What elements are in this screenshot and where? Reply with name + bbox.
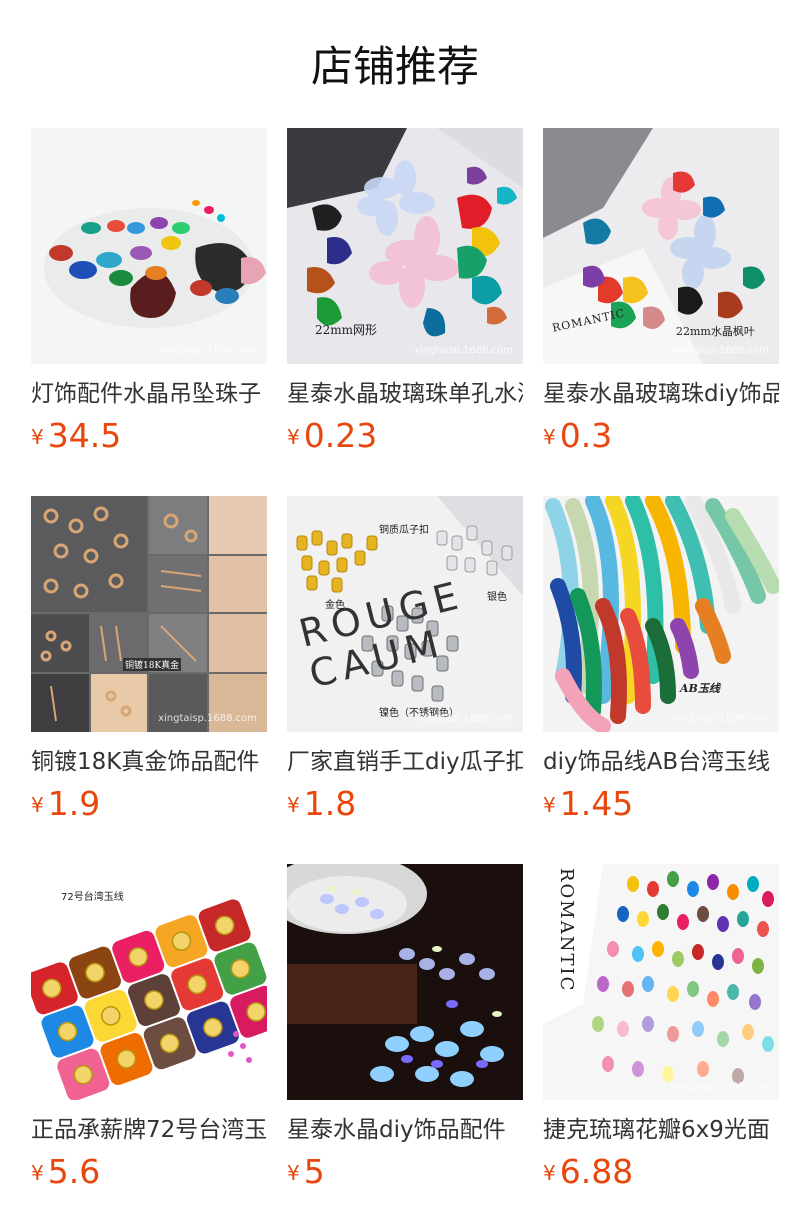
price-value: 1.8 (303, 784, 357, 823)
currency-symbol: ¥ (287, 793, 300, 817)
currency-symbol: ¥ (31, 1161, 44, 1185)
watermark: xingtaisp.1688.com (158, 345, 257, 356)
price-value: 34.5 (47, 416, 122, 455)
product-price: ¥1.9 (31, 786, 100, 822)
price-value: 5 (303, 1152, 325, 1191)
image-text: ROMANTIC (556, 868, 577, 993)
currency-symbol: ¥ (287, 425, 300, 449)
product-image[interactable]: 72号台湾玉线 (31, 864, 267, 1100)
price-value: 1.45 (559, 784, 634, 823)
image-caption: AB玉线 (680, 682, 720, 695)
product-name[interactable]: 铜镀18K真金饰品配件 (31, 746, 267, 778)
page-title: 店铺推荐 (310, 42, 479, 91)
currency-symbol: ¥ (543, 425, 556, 449)
product-price: ¥34.5 (31, 418, 121, 454)
watermark: xingtaisp.1688.com (670, 713, 769, 724)
currency-symbol: ¥ (31, 793, 44, 817)
product-name[interactable]: 灯饰配件水晶吊坠珠子 (31, 378, 267, 410)
watermark: xingtaisp.1688.com (158, 713, 257, 724)
currency-symbol: ¥ (543, 793, 556, 817)
gold-clasps-collage-image (31, 496, 267, 732)
colorful-crystal-pendants-image (31, 128, 267, 364)
product-price: ¥0.23 (287, 418, 377, 454)
ab-crystal-beads-image (287, 864, 523, 1100)
product-price: ¥5.6 (31, 1154, 100, 1190)
product-price: ¥1.8 (287, 786, 356, 822)
image-caption: 银色 (487, 592, 507, 603)
image-caption: 22mm水晶枫叶 (676, 325, 755, 338)
product-name[interactable]: 正品承薪牌72号台湾玉线 (31, 1114, 267, 1146)
image-caption: 铜质瓜子扣 (379, 525, 429, 536)
product-price: ¥1.45 (543, 786, 633, 822)
image-caption: 金色 (325, 600, 345, 611)
price-value: 1.9 (47, 784, 101, 823)
price-value: 0.3 (559, 416, 613, 455)
product-name[interactable]: 捷克琉璃花瓣6x9光面 (543, 1114, 779, 1146)
product-image[interactable]: 铜镀18K真金 xingtaisp.1688.com (31, 496, 267, 732)
product-image[interactable]: AB玉线 xingtaisp.1688.com (543, 496, 779, 732)
image-caption: 22mm网形 (315, 323, 378, 337)
watermark: xingtaisp.1688.com (414, 713, 513, 724)
watermark: xingtaisp.1688.com (414, 345, 513, 356)
product-image[interactable] (287, 864, 523, 1100)
product-image[interactable]: ROMANTIC 22mm水晶枫叶 xingtaisp.1688.com (543, 128, 779, 364)
product-price: ¥0.3 (543, 418, 612, 454)
product-image[interactable]: ROUGE CAUM 铜质瓜子扣 金色 银色 镍色（不锈钢色） xingtais… (287, 496, 523, 732)
price-value: 5.6 (47, 1152, 101, 1191)
currency-symbol: ¥ (31, 425, 44, 449)
product-name[interactable]: 星泰水晶玻璃珠diy饰品 (543, 378, 779, 410)
price-value: 6.88 (559, 1152, 634, 1191)
product-name[interactable]: 星泰水晶玻璃珠单孔水滴 (287, 378, 523, 410)
watermark: xingtaisp.1688.com (670, 345, 769, 356)
watermark: xingtaisp.1688.com (670, 1081, 769, 1092)
product-name[interactable]: 星泰水晶diy饰品配件 (287, 1114, 523, 1146)
product-name[interactable]: diy饰品线AB台湾玉线 (543, 746, 779, 778)
product-name[interactable]: 厂家直销手工diy瓜子扣 (287, 746, 523, 778)
price-value: 0.23 (303, 416, 378, 455)
currency-symbol: ¥ (287, 1161, 300, 1185)
colored-thread-skeins-image (543, 496, 779, 732)
currency-symbol: ¥ (543, 1161, 556, 1185)
image-caption: 铜镀18K真金 (123, 658, 182, 671)
product-price: ¥5 (287, 1154, 325, 1190)
product-image[interactable]: ROMANTIC xingtaisp.1688.com (543, 864, 779, 1100)
product-image[interactable]: xingtaisp.1688.com (31, 128, 267, 364)
glass-petal-beads-image (543, 864, 779, 1100)
image-caption: 72号台湾玉线 (61, 892, 124, 903)
product-price: ¥6.88 (543, 1154, 633, 1190)
product-image[interactable]: 22mm网形 xingtaisp.1688.com (287, 128, 523, 364)
